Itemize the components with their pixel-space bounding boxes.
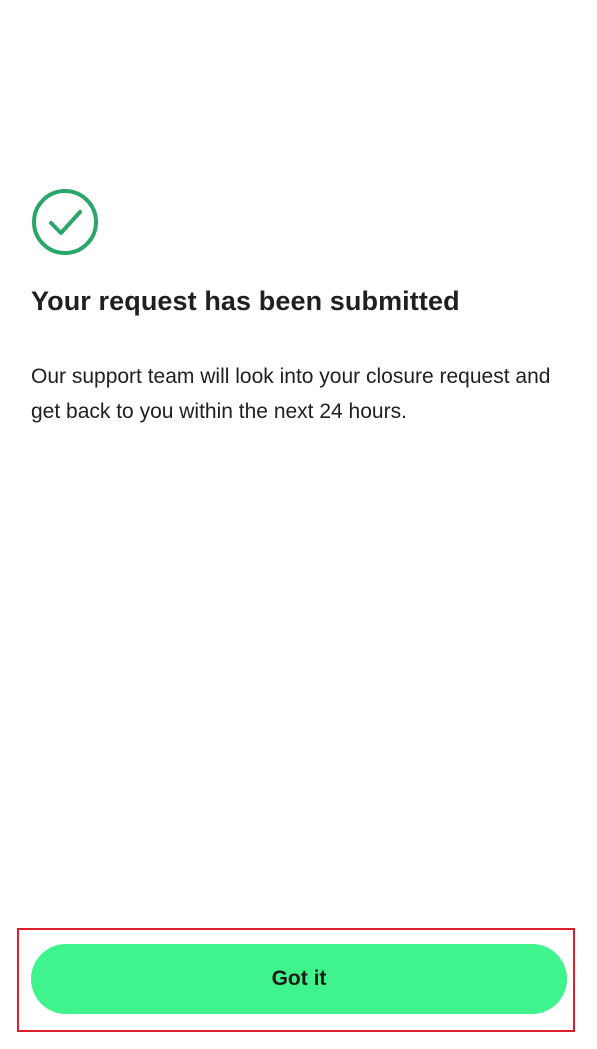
- confirmation-screen: Your request has been submitted Our supp…: [0, 0, 597, 1049]
- check-circle-icon: [31, 188, 99, 256]
- page-title: Your request has been submitted: [31, 286, 460, 316]
- got-it-button[interactable]: Got it: [31, 944, 567, 1014]
- confirmation-message: Our support team will look into your clo…: [31, 365, 551, 423]
